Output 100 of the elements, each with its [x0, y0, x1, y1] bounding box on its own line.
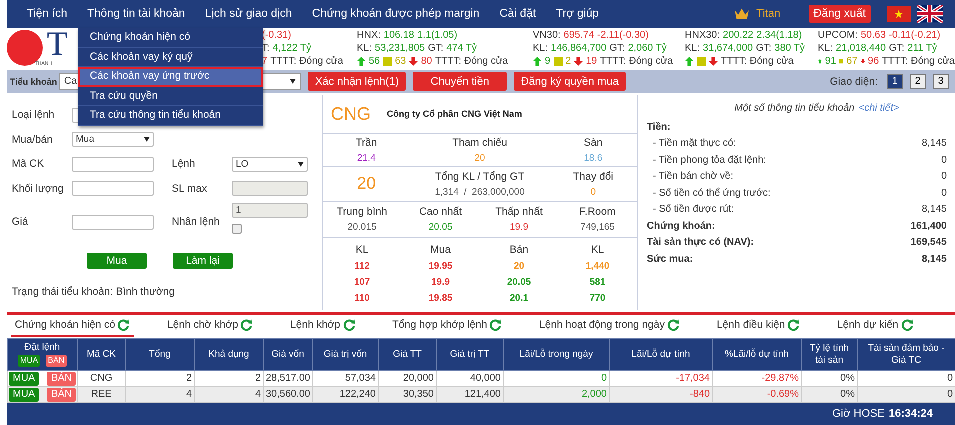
index-text: TTTT: Đóng cửa [270, 56, 344, 66]
index-text: 200.22 [723, 30, 754, 40]
account-status: Trạng thái tiểu khoản: Bình thường [12, 286, 176, 298]
index-text: UPCOM: [818, 30, 858, 40]
nav-menu-item[interactable]: Tiện ích [27, 8, 68, 20]
logo-letter: T [47, 29, 68, 61]
refresh-icon [787, 318, 800, 332]
field-label: Lệnh [172, 158, 196, 170]
select-field[interactable]: Mua [72, 132, 154, 148]
tab[interactable]: Lệnh dự kiến [833, 316, 918, 336]
buy-button[interactable]: MUA [9, 388, 40, 402]
account-info-label: - Tiền phong tỏa đặt lệnh: [652, 154, 766, 166]
order-book-header: KL [591, 244, 604, 256]
nav-menu-item[interactable]: Chứng khoán được phép margin [312, 8, 480, 20]
input-field[interactable] [72, 214, 154, 230]
buy-badge: MUA [18, 355, 40, 367]
refresh-icon [342, 318, 356, 332]
column-header: Giá vốn [264, 338, 312, 370]
vietnam-flag-icon[interactable] [887, 6, 911, 22]
account-info-value: 8,145 [922, 204, 947, 216]
refresh-icon [666, 318, 680, 332]
action-button[interactable]: Chuyển tiền [413, 72, 508, 91]
dropdown-menu-item[interactable]: Tra cứu quyền [78, 86, 263, 106]
form-button[interactable]: Làm lại [173, 253, 233, 269]
field-label: Loại lệnh [12, 109, 56, 122]
stat-label: Thấp nhất [496, 206, 543, 218]
dropdown-menu-item[interactable]: Chứng khoán hiện có [78, 28, 263, 48]
table-cell: 30,560.00 [264, 386, 312, 402]
tab[interactable]: Lệnh hoạt động trong ngày [535, 316, 684, 336]
up-arrow-icon [685, 56, 694, 66]
account-info-value: 0 [941, 188, 947, 199]
layout-option[interactable]: 3 [933, 74, 949, 89]
square-icon [383, 56, 392, 66]
clock-label: Giờ HOSE [832, 408, 885, 420]
index-text: T: [262, 42, 270, 54]
tab[interactable]: Lệnh điều kiện [712, 316, 804, 336]
account-info-label: - Tiền bán chờ về: [652, 171, 734, 182]
stat-value: 19.9 [510, 222, 528, 233]
tab[interactable]: Lệnh khớp [286, 316, 360, 336]
order-book-header: Mua [430, 244, 451, 256]
square-icon [697, 56, 706, 66]
input-field[interactable] [72, 156, 154, 172]
column-header: Mã CK [78, 338, 126, 370]
down-arrow-icon [860, 56, 866, 66]
column-header: Giá TT [378, 338, 436, 370]
stat-label: Tham chiếu [452, 136, 508, 148]
account-info-label: Chứng khoán: [647, 220, 716, 232]
stat-label: Tổng KL / Tổng GT [435, 170, 525, 182]
stat-value: 21.4 [357, 152, 376, 164]
order-book-value: 19.9 [432, 277, 450, 288]
index-text: KL: [533, 42, 548, 54]
account-info-value: 161,400 [910, 220, 947, 232]
action-button[interactable]: Đăng ký quyền mua [514, 72, 626, 91]
table-cell: -0.69% [712, 386, 802, 402]
account-info-title: Một số thông tin tiểu khoản [734, 103, 855, 114]
nav-menu-item[interactable]: Trợ giúp [556, 8, 600, 20]
table-cell: 0% [802, 386, 858, 402]
dropdown-arrow-icon [290, 79, 296, 84]
tab[interactable]: Tổng hợp khớp lệnh [388, 316, 506, 336]
table-cell: -840 [610, 386, 712, 402]
crown-icon [732, 7, 751, 21]
uk-flag-icon[interactable] [917, 5, 943, 23]
stat-label: Trung bình [337, 206, 388, 218]
index-text: 2.34(1.18) [756, 30, 802, 40]
order-book-value: 20.05 [507, 277, 532, 288]
index-text: 19 [586, 56, 598, 66]
nav-menu-item[interactable]: Lịch sử giao dịch [205, 8, 292, 20]
index-text: 50.63 [861, 30, 886, 40]
stat-value: 20 [474, 152, 486, 164]
index-text: GT: [610, 42, 626, 54]
buy-button[interactable]: MUA [9, 372, 40, 386]
index-text: 63 [395, 56, 406, 66]
index-text: 1.1(1.05) [418, 30, 458, 40]
up-arrow-icon [818, 56, 822, 66]
sell-badge: BÁN [46, 355, 67, 367]
order-book-header: Bán [510, 244, 529, 256]
dropdown-menu-item[interactable]: Các khoản vay ứng trước [78, 67, 263, 86]
stat-value: 20.015 [348, 222, 377, 233]
index-text: KL: [685, 42, 700, 54]
layout-option[interactable]: 1 [887, 74, 903, 89]
nav-menu-item[interactable]: Thông tin tài khoản [87, 8, 186, 20]
select-field[interactable]: LO [232, 156, 308, 172]
account-info-label: Tài sản thực có (NAV): [647, 237, 754, 248]
table-cell: 121,400 [436, 386, 504, 402]
index-text: KL: [818, 42, 834, 54]
layout-option[interactable]: 2 [910, 74, 926, 89]
account-info-value: 0 [941, 154, 947, 166]
nav-menu-item[interactable]: Cài đặt [500, 8, 536, 20]
details-link[interactable]: <chi tiết> [858, 103, 900, 114]
tab[interactable]: Lệnh chờ khớp [163, 316, 258, 336]
order-book-value: 19.95 [428, 261, 453, 272]
form-button[interactable]: Mua [87, 253, 147, 269]
index-text: 211 Tỷ [908, 42, 938, 54]
input-field[interactable] [72, 181, 154, 196]
action-button[interactable]: Xác nhận lệnh(1) [308, 72, 406, 91]
order-book-value: 110 [354, 293, 370, 304]
square-icon [554, 56, 563, 66]
logout-button[interactable]: Đăng xuất [808, 5, 871, 23]
index-text: GT: [428, 42, 444, 54]
dropdown-menu-item[interactable]: Tra cứu thông tin tiểu khoản [78, 106, 263, 126]
